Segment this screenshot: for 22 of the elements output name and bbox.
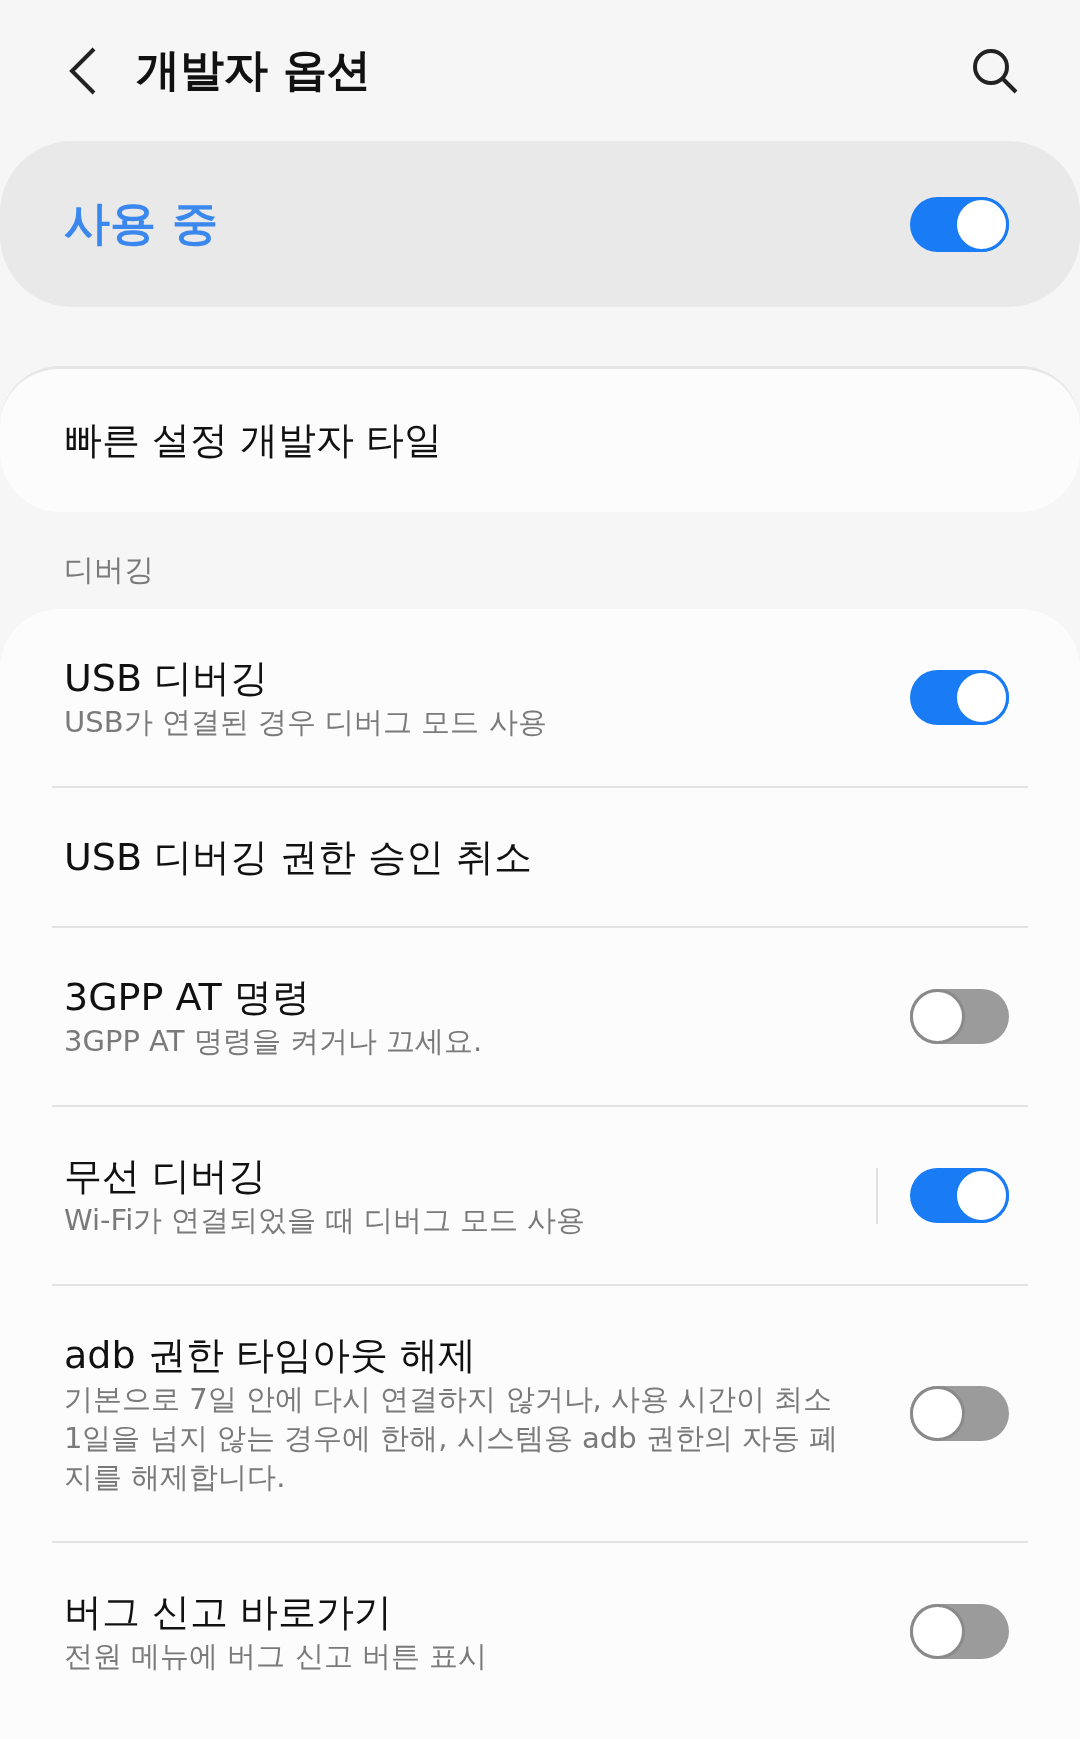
setting-summary: Wi-Fi가 연결되었을 때 디버그 모드 사용 <box>64 1202 587 1239</box>
toggle-switch[interactable] <box>910 670 1009 725</box>
quick-tile-label[interactable]: 빠른 설정 개발자 타일 <box>64 415 443 466</box>
page-title: 개발자 옵션 <box>136 43 373 97</box>
toggle-switch[interactable] <box>910 196 1009 252</box>
setting-summary: 기본으로 7일 안에 다시 연결하지 않거나, 사용 시간이 최소 1일을 넘지 않는 경우에 한해, 시스템용 adb 권한의 자동 폐지를 해제합니다. <box>64 1381 840 1496</box>
setting-title[interactable]: USB 디버깅 권한 승인 취소 <box>64 832 1009 882</box>
setting-summary: 전원 메뉴에 버그 신고 버튼 표시 <box>64 1638 489 1675</box>
toggle-switch[interactable] <box>910 989 1009 1044</box>
toggle-switch[interactable] <box>910 1168 1009 1223</box>
toggle-switch[interactable] <box>910 1386 1009 1441</box>
setting-title[interactable]: USB 디버깅 <box>64 653 890 703</box>
setting-summary: 3GPP AT 명령을 켜거나 끄세요. <box>64 1023 484 1060</box>
section-header: 디버깅 <box>63 551 155 589</box>
setting-summary: USB가 연결된 경우 디버그 모드 사용 <box>64 704 548 741</box>
setting-title[interactable]: 3GPP AT 명령 <box>64 972 890 1022</box>
setting-title[interactable]: 버그 신고 바로가기 <box>64 1587 890 1637</box>
setting-title[interactable]: 무선 디버깅 <box>64 1151 856 1201</box>
search-icon[interactable] <box>972 47 1018 94</box>
master-switch-label: 사용 중 <box>64 195 218 252</box>
toggle-switch[interactable] <box>910 1604 1009 1659</box>
setting-title[interactable]: adb 권한 타임아웃 해제 <box>64 1330 890 1380</box>
